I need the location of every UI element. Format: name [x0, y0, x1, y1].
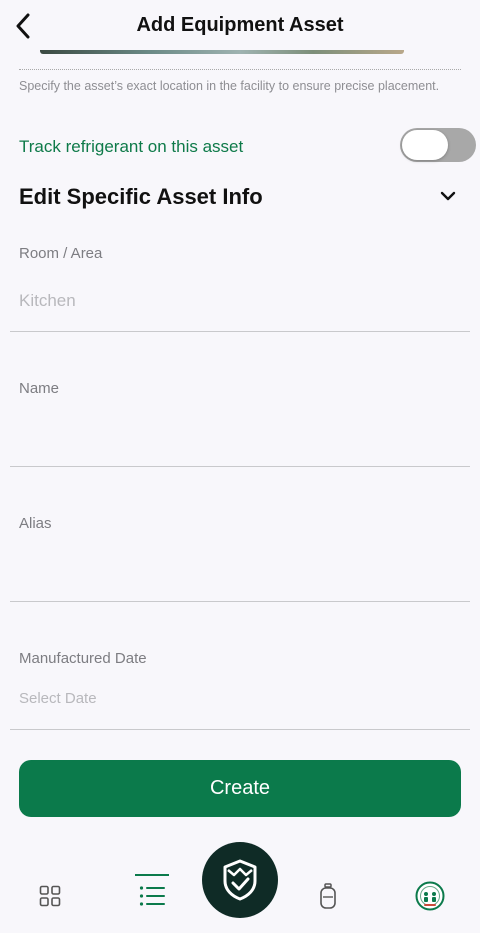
tab-profile[interactable] — [410, 876, 450, 916]
chevron-down-icon — [440, 191, 456, 201]
tab-refrigerant[interactable] — [308, 876, 348, 916]
asset-image-preview — [40, 50, 404, 54]
grid-icon — [39, 885, 61, 907]
shield-check-icon — [223, 859, 257, 901]
refrigerant-cylinder-icon — [320, 883, 336, 909]
manufactured-date-label: Manufactured Date — [19, 650, 147, 667]
bottom-tab-bar — [0, 842, 480, 933]
hvac-badge-icon — [415, 881, 445, 911]
field-divider — [10, 729, 470, 730]
alias-label: Alias — [19, 515, 52, 532]
create-button[interactable]: Create — [19, 760, 461, 817]
name-label: Name — [19, 380, 60, 397]
field-divider — [10, 466, 470, 467]
room-area-input[interactable] — [19, 286, 459, 316]
section-title: Edit Specific Asset Info — [19, 184, 263, 209]
header: Add Equipment Asset — [0, 0, 480, 52]
manufactured-date-picker[interactable]: Select Date — [19, 690, 97, 707]
list-icon — [139, 886, 165, 906]
divider — [19, 69, 461, 70]
collapse-section-button[interactable] — [436, 184, 460, 208]
center-action-button[interactable] — [202, 842, 278, 918]
track-refrigerant-label: Track refrigerant on this asset — [19, 137, 244, 156]
field-divider — [10, 601, 470, 602]
name-input[interactable] — [19, 420, 459, 450]
room-area-label: Room / Area — [19, 245, 103, 262]
toggle-knob — [402, 130, 448, 160]
page-title: Add Equipment Asset — [136, 14, 344, 36]
alias-input[interactable] — [19, 555, 459, 585]
tab-dashboard[interactable] — [30, 876, 70, 916]
field-divider — [10, 331, 470, 332]
tab-assets[interactable] — [132, 876, 172, 916]
location-helper-text: Specify the asset’s exact location in th… — [19, 79, 440, 93]
track-refrigerant-toggle[interactable] — [400, 128, 476, 162]
